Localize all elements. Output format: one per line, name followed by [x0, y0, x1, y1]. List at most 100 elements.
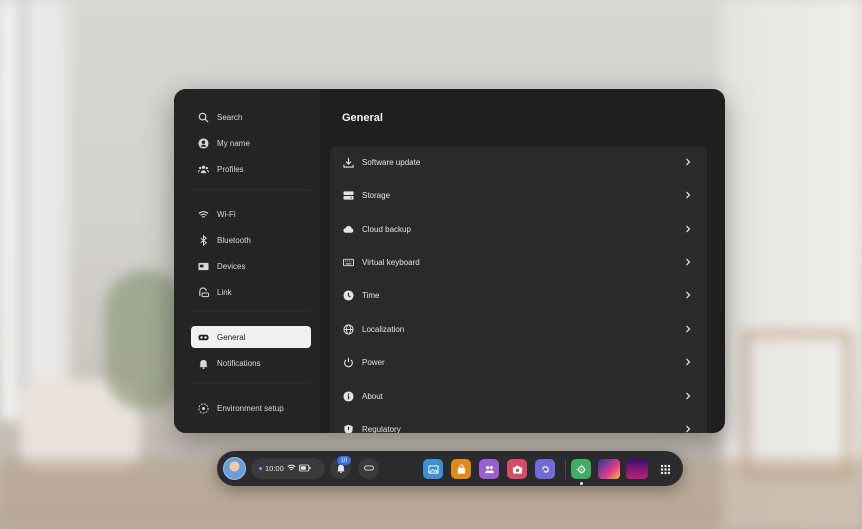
chevron-right-icon — [683, 157, 693, 167]
chevron-right-icon — [683, 290, 693, 300]
wifi-icon — [197, 208, 209, 220]
settings-content: General Software update Storage Cloud ba… — [320, 89, 725, 433]
row-storage[interactable]: Storage — [330, 179, 707, 212]
sidebar-item-label: Bluetooth — [217, 235, 251, 245]
sidebar-item-bluetooth[interactable]: Bluetooth — [191, 229, 311, 251]
row-about[interactable]: About — [330, 380, 707, 413]
sidebar-item-devices[interactable]: Devices — [191, 255, 311, 277]
settings-app[interactable] — [571, 459, 591, 479]
gallery-app[interactable] — [423, 459, 443, 479]
headset-icon — [197, 331, 209, 343]
keyboard-icon — [342, 257, 354, 269]
sidebar-item-link[interactable]: Link — [191, 281, 311, 303]
row-cloud-backup[interactable]: Cloud backup — [330, 213, 707, 246]
system-dock: 10:00 — [217, 451, 683, 486]
settings-window: Search My name Profiles Wi-Fi Bluetooth … — [174, 89, 725, 433]
sidebar-item-notifications[interactable]: Notifications — [191, 352, 311, 374]
browser-app[interactable] — [535, 459, 555, 479]
row-label: Localization — [362, 325, 405, 334]
user-icon — [197, 137, 209, 149]
people-icon — [197, 163, 209, 175]
game-app-2[interactable] — [626, 459, 648, 479]
settings-sidebar: Search My name Profiles Wi-Fi Bluetooth … — [174, 89, 320, 433]
grid-icon — [660, 464, 670, 474]
chevron-right-icon — [683, 257, 693, 267]
people-app[interactable] — [479, 459, 499, 479]
info-icon — [342, 391, 354, 403]
store-app[interactable] — [451, 459, 471, 479]
image-icon — [427, 464, 439, 474]
browser-icon — [541, 465, 549, 473]
page-title: General — [342, 112, 383, 124]
sidebar-divider — [191, 383, 311, 384]
chevron-right-icon — [683, 324, 693, 334]
row-time[interactable]: Time — [330, 279, 707, 312]
headset-icon — [363, 460, 374, 478]
notification-count-badge: 10 — [337, 456, 351, 465]
row-power[interactable]: Power — [330, 346, 707, 379]
cloud-icon — [342, 224, 354, 236]
dock-divider — [565, 459, 566, 479]
sidebar-item-label: Link — [217, 287, 232, 297]
sidebar-item-search[interactable]: Search — [191, 106, 311, 128]
sidebar-item-environment-setup[interactable]: Environment setup — [191, 397, 311, 419]
row-label: Software update — [362, 158, 421, 167]
environment-icon — [197, 402, 209, 414]
headset-button[interactable] — [358, 458, 379, 479]
storage-icon — [342, 190, 354, 202]
devices-icon — [197, 260, 209, 272]
sidebar-item-label: Profiles — [217, 164, 244, 174]
status-dot-icon — [259, 467, 262, 470]
sidebar-item-label: Environment setup — [217, 403, 284, 413]
row-label: Storage — [362, 191, 391, 200]
row-label: Cloud backup — [362, 225, 411, 234]
sidebar-divider — [191, 311, 311, 312]
row-label: About — [362, 392, 383, 401]
sidebar-item-my-name[interactable]: My name — [191, 132, 311, 154]
row-regulatory[interactable]: Regulatory — [330, 413, 707, 433]
link-icon — [197, 286, 209, 298]
sidebar-item-profiles[interactable]: Profiles — [191, 158, 311, 180]
sidebar-divider — [191, 189, 311, 190]
chevron-right-icon — [683, 424, 693, 433]
row-software-update[interactable]: Software update — [330, 146, 707, 179]
people-icon — [484, 465, 494, 473]
row-localization[interactable]: Localization — [330, 313, 707, 346]
row-virtual-keyboard[interactable]: Virtual keyboard — [330, 246, 707, 279]
sidebar-item-label: General — [217, 332, 246, 342]
game-app-1[interactable] — [598, 459, 620, 479]
clock-icon — [342, 290, 354, 302]
shopping-bag-icon — [457, 463, 465, 474]
clock-time: 10:00 — [265, 464, 284, 473]
sidebar-item-label: Devices — [217, 261, 246, 271]
row-label: Regulatory — [362, 425, 401, 433]
chevron-right-icon — [683, 357, 693, 367]
gear-icon — [576, 464, 586, 474]
globe-icon — [342, 324, 354, 336]
sidebar-item-label: Notifications — [217, 358, 261, 368]
chevron-right-icon — [683, 190, 693, 200]
power-icon — [342, 357, 354, 369]
chevron-right-icon — [683, 391, 693, 401]
sidebar-item-label: My name — [217, 138, 250, 148]
camera-icon — [512, 465, 522, 474]
battery-icon — [298, 464, 311, 474]
camera-app[interactable] — [507, 459, 527, 479]
bluetooth-icon — [197, 234, 209, 246]
chevron-right-icon — [683, 224, 693, 234]
wifi-icon — [287, 463, 296, 474]
row-label: Time — [362, 291, 380, 300]
sidebar-item-label: Search — [217, 112, 243, 122]
search-icon — [197, 111, 209, 123]
avatar[interactable] — [223, 457, 246, 480]
quick-settings-pill[interactable]: 10:00 — [251, 458, 325, 479]
row-label: Virtual keyboard — [362, 258, 420, 267]
sidebar-item-general[interactable]: General — [191, 326, 311, 348]
app-grid-button[interactable] — [655, 459, 675, 479]
row-label: Power — [362, 358, 385, 367]
sidebar-item-wifi[interactable]: Wi-Fi — [191, 203, 311, 225]
active-app-indicator — [580, 482, 583, 485]
download-icon — [342, 157, 354, 169]
shield-icon — [342, 424, 354, 433]
general-settings-list: Software update Storage Cloud backup Vir… — [330, 146, 707, 433]
